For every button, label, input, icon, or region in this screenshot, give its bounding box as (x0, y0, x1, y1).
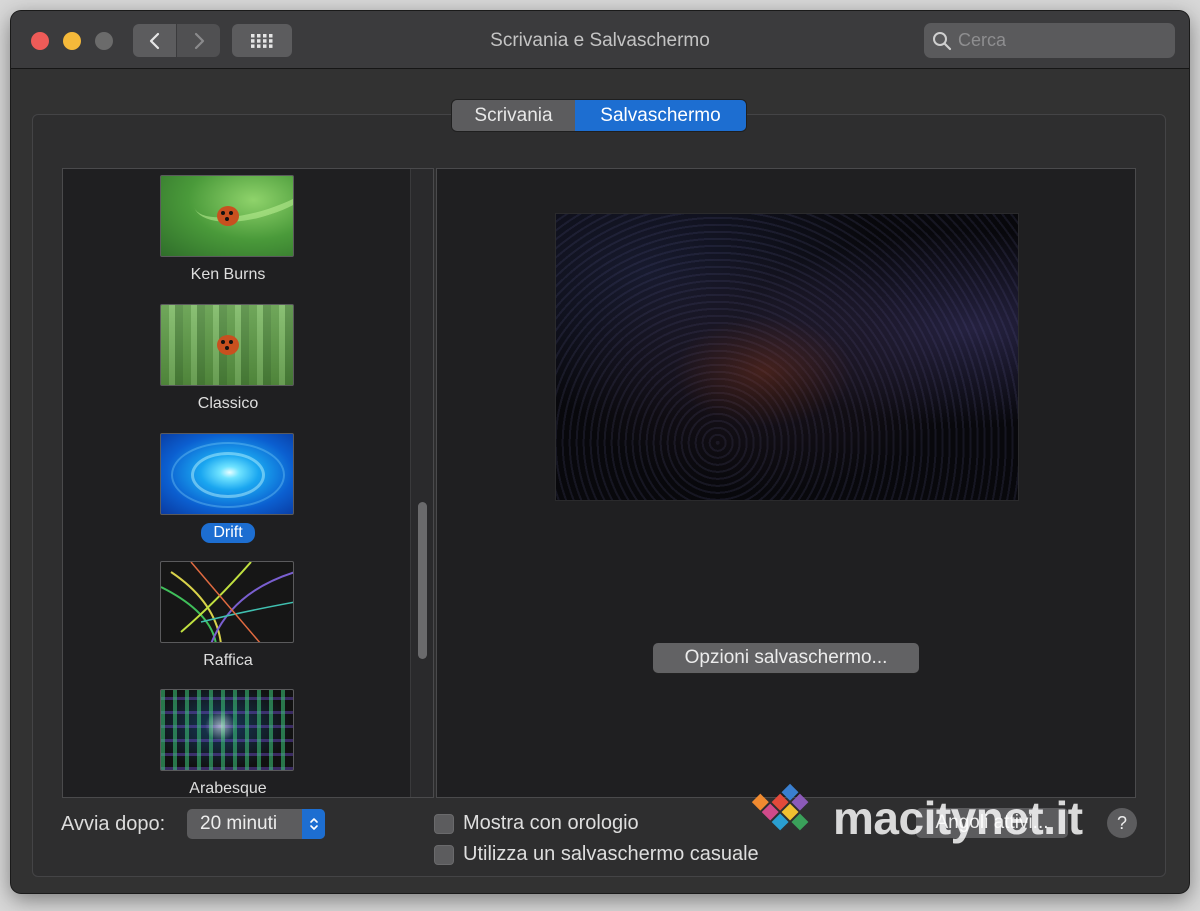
screensaver-item-arabesque[interactable]: Arabesque (160, 689, 296, 797)
show-all-button[interactable] (232, 24, 292, 57)
grid-icon (251, 33, 273, 48)
search-field[interactable] (924, 23, 1175, 58)
minimize-window-button[interactable] (63, 32, 81, 50)
show-clock-label: Mostra con orologio (463, 812, 639, 834)
back-chevron-icon (149, 32, 159, 49)
random-screensaver-checkbox[interactable] (434, 844, 454, 865)
screensaver-item-raffica[interactable]: Raffica (160, 561, 296, 671)
window-title: Scrivania e Salvaschermo (490, 30, 710, 51)
screensaver-label: Classico (197, 395, 259, 412)
preferences-window: Scrivania e Salvaschermo Scrivania Salva… (11, 11, 1189, 893)
screensaver-label: Arabesque (189, 780, 267, 797)
help-button[interactable]: ? (1107, 808, 1137, 838)
search-input[interactable] (958, 30, 1158, 51)
screensaver-label: Ken Burns (190, 266, 266, 283)
show-clock-checkbox[interactable] (434, 813, 454, 834)
popup-arrows-icon (309, 818, 318, 830)
ken-burns-thumbnail (160, 175, 294, 257)
screensaver-item-drift[interactable]: Drift (160, 433, 296, 543)
tab-control: Scrivania Salvaschermo (452, 100, 746, 131)
forward-button[interactable] (176, 24, 220, 57)
arabesque-thumbnail (160, 689, 294, 771)
navigation-buttons (133, 24, 220, 57)
popup-arrows (302, 809, 325, 839)
zoom-window-button[interactable] (95, 32, 113, 50)
show-clock-option[interactable]: Mostra con orologio (434, 812, 639, 835)
start-after-label: Avvia dopo: (61, 813, 166, 835)
screensaver-label-selected: Drift (201, 523, 255, 543)
screensaver-options-button[interactable]: Opzioni salvaschermo... (653, 643, 919, 673)
preview-panel: Opzioni salvaschermo... (436, 168, 1136, 798)
screensaver-label: Raffica (203, 652, 253, 669)
raffica-thumbnail (160, 561, 294, 643)
random-screensaver-label: Utilizza un salvaschermo casuale (463, 843, 759, 865)
random-screensaver-option[interactable]: Utilizza un salvaschermo casuale (434, 843, 759, 866)
start-after-value: 20 minuti (200, 813, 278, 834)
search-icon (933, 31, 952, 50)
classico-thumbnail (160, 304, 294, 386)
hot-corners-button[interactable]: Angoli attivi... (916, 808, 1068, 838)
screensaver-preview (555, 213, 1019, 501)
tab-scrivania[interactable]: Scrivania (452, 100, 575, 131)
title-bar: Scrivania e Salvaschermo (11, 11, 1189, 69)
back-button[interactable] (133, 24, 176, 57)
scrollbar-thumb[interactable] (418, 502, 427, 659)
forward-chevron-icon (194, 32, 204, 49)
tab-salvaschermo[interactable]: Salvaschermo (575, 100, 746, 131)
screensaver-item-classico[interactable]: Classico (160, 304, 296, 414)
close-window-button[interactable] (31, 32, 49, 50)
start-after-popup[interactable]: 20 minuti (187, 809, 325, 839)
screensaver-item-ken-burns[interactable]: Ken Burns (160, 175, 296, 285)
drift-thumbnail (160, 433, 294, 515)
screensaver-list[interactable]: Ken Burns Classico Drift Raffica Arabesq… (62, 168, 434, 798)
list-scrollbar[interactable] (410, 169, 433, 797)
